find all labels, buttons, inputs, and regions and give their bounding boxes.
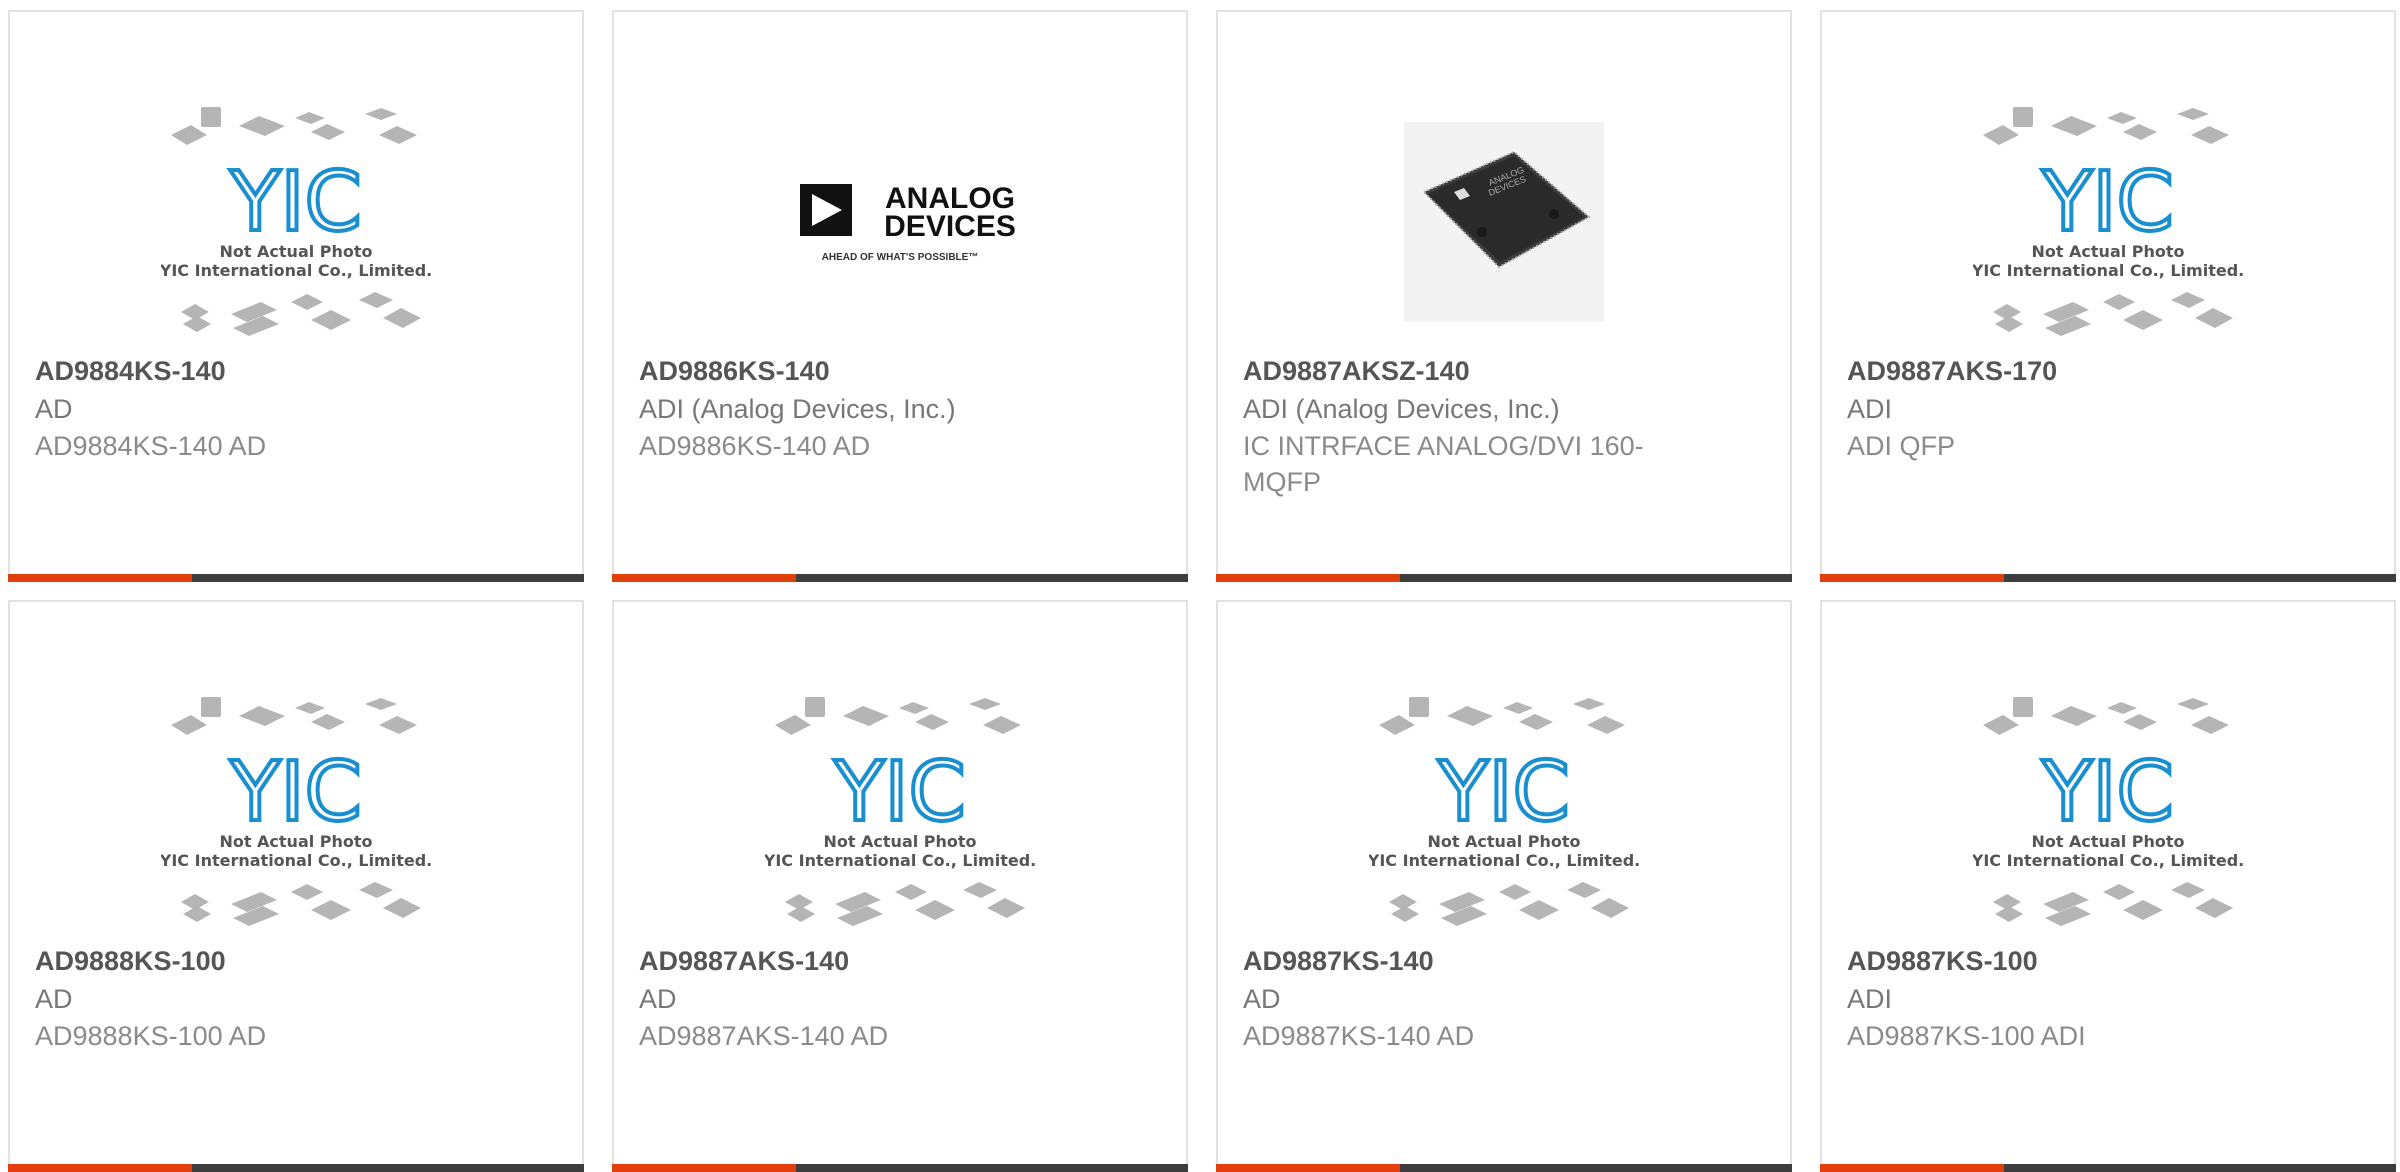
svg-text:Not Actual Photo: Not Actual Photo [219,242,372,261]
card-bottom-bar [612,1164,1188,1172]
svg-text:YIC International Co., Limited: YIC International Co., Limited. [1973,261,2243,280]
product-card[interactable]: YIC Not Actual Photo YIC International C… [612,600,1188,1172]
yic-placeholder-icon: YIC Not Actual Photo YIC International C… [1369,697,1639,926]
description: AD9887AKS-140 AD [639,1021,889,1051]
description: AD9886KS-140 AD [639,431,871,461]
yic-placeholder-icon: YIC Not Actual Photo YIC International C… [1973,697,2243,926]
svg-text:YIC International Co., Limited: YIC International Co., Limited. [161,851,431,870]
svg-text:Not Actual Photo: Not Actual Photo [2031,242,2184,261]
svg-text:YIC: YIC [229,155,362,250]
svg-text:Not Actual Photo: Not Actual Photo [2031,832,2184,851]
yic-placeholder-icon: YIC Not Actual Photo YIC International C… [161,697,431,926]
product-image: ANALOG DEVICES AHEAD OF WHAT'S POSSIBLE™ [614,82,1186,362]
svg-text:DEVICES: DEVICES [884,210,1016,243]
card-bottom-bar [1820,1164,2396,1172]
product-card[interactable]: ANALOG DEVICES AD9887AKSZ-140 ADI (Analo… [1216,10,1792,582]
product-image: YIC Not Actual Photo YIC International C… [10,672,582,952]
svg-text:YIC: YIC [2041,745,2174,840]
product-image: YIC Not Actual Photo YIC International C… [1218,672,1790,952]
manufacturer: AD [35,984,73,1014]
card-bottom-bar [1820,574,2396,582]
svg-text:AHEAD OF WHAT'S POSSIBLE™: AHEAD OF WHAT'S POSSIBLE™ [822,252,979,263]
manufacturer: ADI [1847,394,1893,424]
card-bottom-bar [8,1164,584,1172]
yic-placeholder-icon: YIC Not Actual Photo YIC International C… [765,697,1035,926]
product-image: ANALOG DEVICES [1218,82,1790,362]
svg-text:YIC: YIC [229,745,362,840]
manufacturer: AD [35,394,73,424]
yic-placeholder-icon: YIC Not Actual Photo YIC International C… [161,107,431,336]
description: AD9887KS-100 ADI [1847,1021,2086,1051]
description: IC INTRFACE ANALOG/DVI 160-MQFP [1243,431,1644,497]
product-image: YIC Not Actual Photo YIC International C… [1822,82,2394,362]
manufacturer: ADI (Analog Devices, Inc.) [1243,394,1560,424]
card-bottom-bar [8,574,584,582]
svg-text:YIC International Co., Limited: YIC International Co., Limited. [1973,851,2243,870]
manufacturer: AD [1243,984,1281,1014]
qfp-chip-photo-icon: ANALOG DEVICES [1404,122,1604,322]
yic-placeholder-icon: YIC Not Actual Photo YIC International C… [1973,107,2243,336]
product-card[interactable]: YIC Not Actual Photo YIC International C… [1820,10,2396,582]
manufacturer: ADI [1847,984,1893,1014]
manufacturer: AD [639,984,677,1014]
description: AD9884KS-140 AD [35,431,267,461]
product-image: YIC Not Actual Photo YIC International C… [1822,672,2394,952]
svg-text:Not Actual Photo: Not Actual Photo [1427,832,1580,851]
card-bottom-bar [1216,574,1792,582]
analog-devices-logo-icon: ANALOG DEVICES AHEAD OF WHAT'S POSSIBLE™ [800,182,1016,263]
svg-text:Not Actual Photo: Not Actual Photo [823,832,976,851]
part-number[interactable]: AD9887AKSZ-140 [1243,352,1673,390]
part-number[interactable]: AD9884KS-140 [35,352,465,390]
svg-text:YIC International Co., Limited: YIC International Co., Limited. [1369,851,1639,870]
description: ADI QFP [1847,431,1956,461]
product-grid: YIC Not Actual Photo YIC International C… [0,0,2400,1172]
part-number[interactable]: AD9887KS-140 [1243,942,1673,980]
product-card[interactable]: ANALOG DEVICES AHEAD OF WHAT'S POSSIBLE™… [612,10,1188,582]
product-card[interactable]: YIC Not Actual Photo YIC International C… [8,600,584,1172]
svg-text:YIC: YIC [1437,745,1570,840]
product-card[interactable]: YIC Not Actual Photo YIC International C… [8,10,584,582]
part-number[interactable]: AD9886KS-140 [639,352,1069,390]
product-image: YIC Not Actual Photo YIC International C… [614,672,1186,952]
description: AD9887KS-140 AD [1243,1021,1475,1051]
card-bottom-bar [1216,1164,1792,1172]
part-number[interactable]: AD9887AKS-140 [639,942,1069,980]
part-number[interactable]: AD9888KS-100 [35,942,465,980]
product-card[interactable]: YIC Not Actual Photo YIC International C… [1216,600,1792,1172]
description: AD9888KS-100 AD [35,1021,267,1051]
product-card[interactable]: YIC Not Actual Photo YIC International C… [1820,600,2396,1172]
svg-text:Not Actual Photo: Not Actual Photo [219,832,372,851]
svg-text:YIC: YIC [833,745,966,840]
svg-text:YIC International Co., Limited: YIC International Co., Limited. [765,851,1035,870]
card-bottom-bar [612,574,1188,582]
manufacturer: ADI (Analog Devices, Inc.) [639,394,956,424]
svg-text:YIC: YIC [2041,155,2174,250]
part-number[interactable]: AD9887AKS-170 [1847,352,2277,390]
svg-text:YIC International Co., Limited: YIC International Co., Limited. [161,261,431,280]
part-number[interactable]: AD9887KS-100 [1847,942,2277,980]
product-image: YIC Not Actual Photo YIC International C… [10,82,582,362]
